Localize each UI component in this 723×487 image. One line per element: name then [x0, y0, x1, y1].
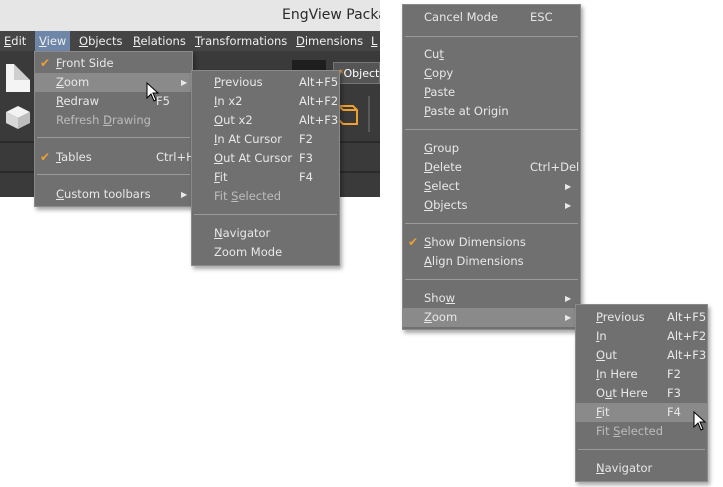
- submenu-arrow-icon: ▶: [181, 78, 188, 87]
- menu-item-tables[interactable]: ✔ Tables Ctrl+H: [35, 148, 195, 167]
- submenu-arrow-icon: ▶: [181, 190, 188, 199]
- menu-item-paste-at-origin[interactable]: Paste at Origin: [403, 102, 580, 121]
- check-icon: ✔: [40, 150, 51, 164]
- toolbar-separator: [368, 96, 370, 132]
- menu-item-zoom-mode[interactable]: Zoom Mode: [192, 243, 339, 262]
- check-icon: ✔: [40, 56, 51, 70]
- check-icon: ✔: [408, 235, 419, 249]
- view-menu: ✔ Front Side Zoom ▶ Redraw F5 Refresh Dr…: [34, 51, 195, 207]
- menu-separator: [37, 137, 190, 138]
- menu-item-show-dimensions[interactable]: ✔ Show Dimensions: [403, 233, 580, 252]
- zoom-submenu-right: Previous Alt+F5 In Alt+F2 Out Alt+F3 In …: [575, 304, 708, 482]
- menu-item-previous[interactable]: Previous Alt+F5: [576, 308, 707, 327]
- menu-item-navigator[interactable]: Navigator: [192, 224, 339, 243]
- menu-view[interactable]: View: [35, 31, 71, 51]
- menu-separator: [405, 129, 578, 130]
- menu-item-paste[interactable]: Paste: [403, 83, 580, 102]
- menu-item-copy[interactable]: Copy: [403, 64, 580, 83]
- menu-item-custom-toolbars[interactable]: Custom toolbars ▶: [35, 185, 192, 204]
- menu-dimensions[interactable]: Dimensions: [296, 34, 363, 48]
- menu-separator: [194, 214, 337, 215]
- menu-item-redraw[interactable]: Redraw F5: [35, 92, 192, 111]
- menu-item-fit-selected[interactable]: Fit Selected: [192, 187, 339, 206]
- menu-item-zoom[interactable]: Zoom ▶: [403, 308, 580, 327]
- menu-item-in-x2[interactable]: In x2 Alt+F2: [192, 92, 339, 111]
- menu-item-select[interactable]: Select ▶: [403, 177, 580, 196]
- menu-item-group[interactable]: Group: [403, 139, 580, 158]
- menu-separator: [37, 174, 190, 175]
- menu-relations[interactable]: Relations: [133, 34, 186, 48]
- menu-item-out[interactable]: Out Alt+F3: [576, 346, 707, 365]
- menu-item-front-side[interactable]: ✔ Front Side: [35, 54, 192, 73]
- menu-item-fit[interactable]: Fit F4: [576, 403, 707, 422]
- menu-item-cut[interactable]: Cut: [403, 45, 580, 64]
- mouse-cursor-icon: [146, 82, 160, 102]
- menu-item-delete[interactable]: Delete Ctrl+Del: [403, 158, 580, 177]
- submenu-arrow-icon: ▶: [565, 182, 572, 191]
- context-menu: Cancel Mode ESC Cut Copy Paste Paste at …: [402, 4, 581, 330]
- menu-item-out-here[interactable]: Out Here F3: [576, 384, 707, 403]
- menu-item-previous[interactable]: Previous Alt+F5: [192, 73, 339, 92]
- submenu-arrow-icon: ▶: [565, 294, 572, 303]
- menu-item-cancel-mode[interactable]: Cancel Mode ESC: [403, 8, 580, 27]
- menu-edit[interactable]: Edit: [4, 34, 26, 48]
- mouse-cursor-icon: [693, 411, 707, 431]
- menu-item-in-at-cursor[interactable]: In At Cursor F2: [192, 130, 339, 149]
- menu-item-out-at-cursor[interactable]: Out At Cursor F3: [192, 149, 339, 168]
- menu-item-objects[interactable]: Objects ▶: [403, 196, 580, 215]
- menu-item-fit[interactable]: Fit F4: [192, 168, 339, 187]
- menu-item-navigator[interactable]: Navigator: [576, 459, 707, 478]
- menu-objects[interactable]: Objects: [79, 34, 122, 48]
- menu-separator: [405, 36, 578, 37]
- menu-l[interactable]: L: [371, 34, 377, 48]
- submenu-arrow-icon: ▶: [565, 201, 572, 210]
- menu-item-show[interactable]: Show ▶: [403, 289, 580, 308]
- menu-item-zoom[interactable]: Zoom ▶: [35, 73, 192, 92]
- title-bar: EngView Packa: [0, 0, 380, 31]
- submenu-arrow-icon: ▶: [565, 313, 572, 322]
- menu-separator: [405, 223, 578, 224]
- menu-separator: [578, 449, 705, 450]
- zoom-submenu: Previous Alt+F5 In x2 Alt+F2 Out x2 Alt+…: [191, 70, 340, 266]
- menu-item-align-dimensions[interactable]: Align Dimensions: [403, 252, 580, 271]
- box-icon[interactable]: [4, 104, 32, 130]
- objects-tab[interactable]: *Objects: [333, 62, 380, 84]
- menu-item-refresh-drawing[interactable]: Refresh Drawing: [35, 111, 192, 130]
- menu-item-in[interactable]: In Alt+F2: [576, 327, 707, 346]
- menu-bar: Edit View Objects Relations Transformati…: [0, 31, 380, 51]
- menu-separator: [405, 279, 578, 280]
- menu-item-fit-selected[interactable]: Fit Selected: [576, 422, 707, 441]
- window-title: EngView Packa: [282, 7, 380, 23]
- menu-transformations[interactable]: Transformations: [195, 34, 287, 48]
- document-icon[interactable]: [6, 64, 30, 92]
- menu-item-in-here[interactable]: In Here F2: [576, 365, 707, 384]
- menu-item-out-x2[interactable]: Out x2 Alt+F3: [192, 111, 339, 130]
